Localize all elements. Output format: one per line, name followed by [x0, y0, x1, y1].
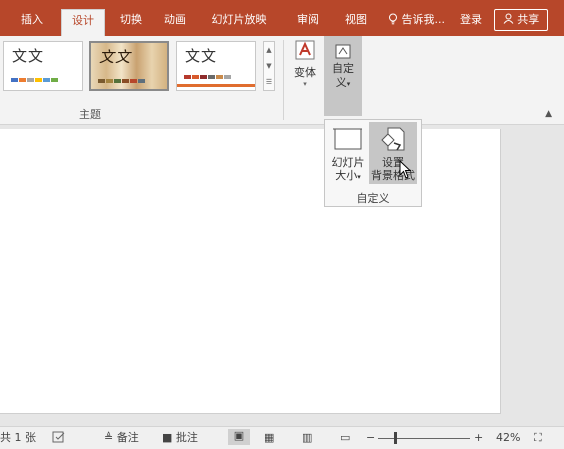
- notes-icon: ≜: [104, 431, 114, 444]
- lightbulb-icon: [389, 13, 397, 25]
- theme-color-bars: [11, 78, 58, 82]
- person-icon: [503, 13, 514, 24]
- theme-office[interactable]: 文文: [3, 41, 83, 91]
- theme-gallery-scroll[interactable]: ▲ ▼ ☰: [263, 41, 275, 91]
- zoom-level[interactable]: 42%: [496, 431, 520, 445]
- share-label: 共享: [517, 13, 540, 26]
- tab-transitions[interactable]: 切换: [113, 9, 149, 36]
- gallery-more-icon[interactable]: ☰: [264, 74, 274, 90]
- theme-sample-text: 文文: [12, 47, 45, 65]
- normal-view-icon[interactable]: ▣: [228, 429, 250, 445]
- tab-design[interactable]: 设计: [61, 9, 105, 36]
- zoom-out-icon[interactable]: −: [366, 431, 375, 445]
- tab-animations[interactable]: 动画: [157, 9, 193, 36]
- zoom-in-icon[interactable]: +: [474, 431, 483, 445]
- comment-icon: ■: [162, 431, 173, 444]
- theme-sample-text: 文文: [99, 48, 132, 66]
- theme-ion[interactable]: 文文: [176, 41, 256, 91]
- collapse-ribbon-icon[interactable]: ▲: [545, 109, 552, 119]
- reading-view-icon[interactable]: ▥: [302, 431, 312, 445]
- customize-icon: [335, 44, 351, 59]
- login-link[interactable]: 登录: [460, 9, 482, 31]
- tab-review[interactable]: 审阅: [290, 9, 326, 36]
- tab-slideshow[interactable]: 幻灯片放映: [200, 9, 278, 36]
- slide-canvas[interactable]: [0, 129, 501, 414]
- ribbon: 文文 文文 文文 ▲ ▼ ☰ 主题 变体 ▾ 自定 义▾ ▲: [0, 36, 564, 125]
- slide-workspace: [0, 125, 564, 425]
- group-label-themes: 主题: [79, 108, 101, 121]
- chevron-down-icon: ▾: [357, 173, 361, 181]
- spellcheck-icon[interactable]: [52, 431, 66, 447]
- theme-color-bars: [98, 79, 145, 83]
- slide-size-label-line1: 幻灯片: [331, 156, 365, 169]
- variant-icon: [295, 40, 315, 60]
- chevron-down-icon: ▾: [346, 80, 351, 88]
- slide-sorter-icon[interactable]: ▦: [264, 431, 274, 445]
- group-label-customize: 自定义: [356, 192, 390, 205]
- variant-label: 变体: [294, 66, 316, 79]
- customize-label-line2: 义: [335, 76, 347, 89]
- slide-size-label-line2: 大小: [335, 169, 358, 182]
- scroll-up-icon[interactable]: ▲: [264, 42, 274, 58]
- slide-count: 共 1 张: [0, 431, 36, 444]
- group-separator: [283, 40, 284, 120]
- format-background-icon: [381, 127, 405, 151]
- tell-me-text: 告诉我...: [401, 13, 446, 26]
- slide-size-button[interactable]: 幻灯片 大小▾: [329, 124, 367, 182]
- comments-label: 批注: [175, 431, 198, 444]
- slideshow-view-icon[interactable]: ▭: [340, 431, 350, 445]
- tab-view[interactable]: 视图: [338, 9, 374, 36]
- fit-to-window-icon[interactable]: ⛶: [534, 431, 542, 445]
- theme-color-bars: [184, 75, 231, 79]
- notes-label: 备注: [116, 431, 139, 444]
- status-bar: 共 1 张 ≜ 备注 ■ 批注 ▣ ▦ ▥ ▭ − + 42% ⛶: [0, 426, 564, 449]
- comments-button[interactable]: ■ 批注: [162, 431, 198, 445]
- tell-me-box[interactable]: 告诉我...: [388, 9, 445, 31]
- customize-button[interactable]: 自定 义▾: [324, 36, 362, 116]
- notes-button[interactable]: ≜ 备注: [104, 431, 139, 445]
- slide-size-icon: [333, 128, 363, 150]
- tab-insert[interactable]: 插入: [14, 9, 50, 36]
- theme-sample-text: 文文: [185, 47, 218, 65]
- chevron-down-icon: ▾: [303, 80, 307, 88]
- share-button[interactable]: 共享: [494, 9, 548, 31]
- scroll-down-icon[interactable]: ▼: [264, 58, 274, 74]
- theme-wood[interactable]: 文文: [89, 41, 169, 91]
- mouse-pointer-icon: [399, 160, 412, 179]
- variant-button[interactable]: 变体 ▾: [288, 36, 322, 88]
- ribbon-tab-bar: 插入 设计 切换 动画 幻灯片放映 审阅 视图 告诉我... 登录 共享: [0, 0, 564, 36]
- zoom-slider-thumb[interactable]: [394, 432, 397, 444]
- customize-label-line1: 自定: [332, 62, 354, 75]
